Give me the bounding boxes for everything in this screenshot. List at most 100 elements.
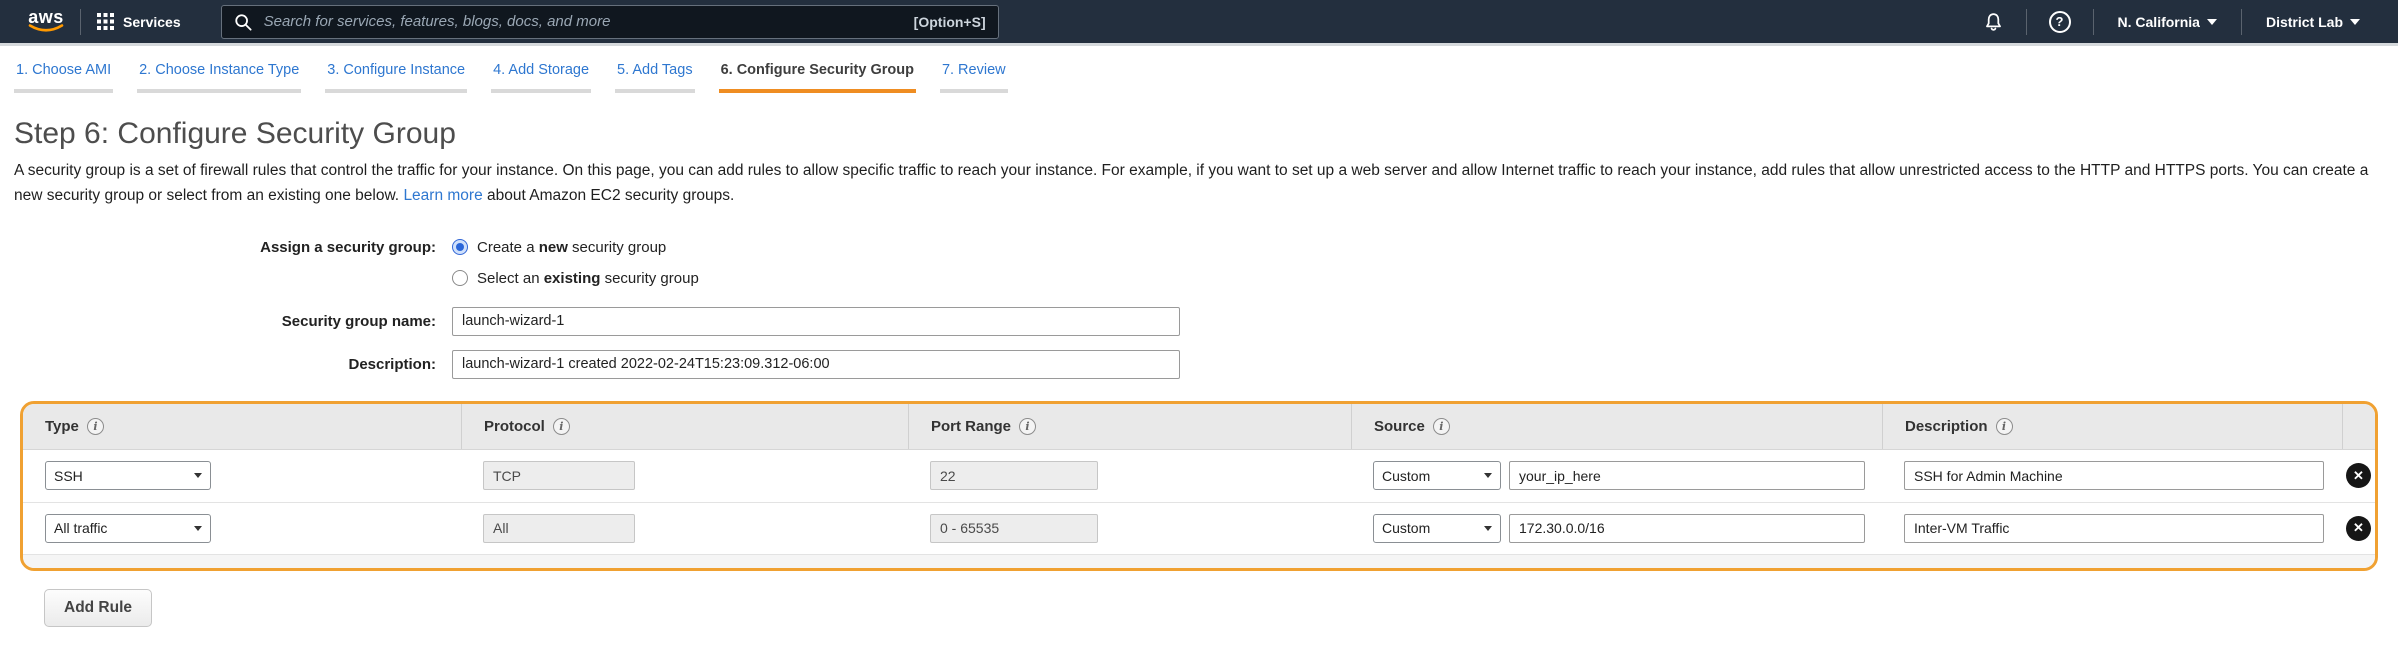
wizard-step-tabs: 1. Choose AMI 2. Choose Instance Type 3.… bbox=[0, 46, 2398, 93]
security-group-name-label: Security group name: bbox=[14, 313, 436, 330]
global-search-box[interactable]: [Option+S] bbox=[221, 5, 999, 39]
topbar-divider bbox=[2241, 9, 2242, 35]
radio-text: Create a bbox=[477, 239, 539, 256]
search-input[interactable] bbox=[262, 12, 906, 31]
column-header-type: Type i bbox=[23, 418, 461, 435]
header-label: Source bbox=[1374, 418, 1425, 435]
rule-description-input[interactable] bbox=[1904, 514, 2324, 543]
delete-rule-button[interactable]: ✕ bbox=[2346, 463, 2371, 488]
radio-create-new-label[interactable]: Create a new security group bbox=[477, 239, 666, 256]
chevron-down-icon bbox=[2350, 19, 2360, 25]
chevron-down-icon bbox=[1484, 473, 1492, 478]
chevron-down-icon bbox=[2207, 19, 2217, 25]
radio-selected-icon[interactable] bbox=[452, 239, 468, 255]
search-icon bbox=[234, 13, 252, 31]
account-menu[interactable]: District Lab bbox=[2258, 14, 2368, 30]
header-label: Type bbox=[45, 418, 79, 435]
rule-source-value-input[interactable] bbox=[1509, 461, 1865, 490]
tab-configure-instance[interactable]: 3. Configure Instance bbox=[325, 62, 467, 93]
info-icon[interactable]: i bbox=[553, 418, 570, 435]
info-icon[interactable]: i bbox=[87, 418, 104, 435]
region-selector[interactable]: N. California bbox=[2110, 14, 2225, 30]
intro-paragraph: A security group is a set of firewall ru… bbox=[14, 159, 2382, 209]
rule-row-all-traffic: All traffic Custom bbox=[23, 502, 2375, 554]
assign-security-group-row: Assign a security group: Create a new se… bbox=[14, 239, 2384, 256]
rule-description-input[interactable] bbox=[1904, 461, 2324, 490]
info-icon[interactable]: i bbox=[1996, 418, 2013, 435]
tab-choose-ami[interactable]: 1. Choose AMI bbox=[14, 62, 113, 93]
grid-icon bbox=[97, 13, 114, 30]
learn-more-link[interactable]: Learn more bbox=[403, 187, 482, 204]
security-rules-table-highlight: Type i Protocol i Port Range i Source i … bbox=[20, 401, 2378, 571]
assign-security-group-label: Assign a security group: bbox=[14, 239, 436, 256]
rule-port-range-input bbox=[930, 461, 1098, 490]
column-header-port-range: Port Range i bbox=[908, 404, 1351, 449]
aws-logo-text: aws bbox=[28, 10, 64, 24]
tab-choose-instance-type[interactable]: 2. Choose Instance Type bbox=[137, 62, 301, 93]
tab-add-tags[interactable]: 5. Add Tags bbox=[615, 62, 695, 93]
column-header-protocol: Protocol i bbox=[461, 404, 908, 449]
description-label: Description: bbox=[14, 356, 436, 373]
security-group-name-input[interactable] bbox=[452, 307, 1180, 336]
chevron-down-icon bbox=[1484, 526, 1492, 531]
tab-add-storage[interactable]: 4. Add Storage bbox=[491, 62, 591, 93]
rule-source-value-input[interactable] bbox=[1509, 514, 1865, 543]
page-title: Step 6: Configure Security Group bbox=[14, 117, 2384, 151]
rule-protocol-input bbox=[483, 461, 635, 490]
rule-type-select[interactable]: All traffic bbox=[45, 514, 211, 543]
header-label: Protocol bbox=[484, 418, 545, 435]
topbar-divider bbox=[2026, 9, 2027, 35]
description-row: Description: bbox=[14, 350, 2384, 379]
radio-select-existing-group[interactable]: Select an existing security group bbox=[452, 270, 699, 287]
column-header-description: Description i bbox=[1882, 404, 2342, 449]
intro-text: A security group is a set of firewall ru… bbox=[14, 162, 2368, 204]
aws-smile-icon bbox=[28, 24, 64, 33]
topbar-divider bbox=[2093, 9, 2094, 35]
top-navigation-bar: aws Services [Option+S] bbox=[0, 0, 2398, 46]
security-group-description-input[interactable] bbox=[452, 350, 1180, 379]
info-icon[interactable]: i bbox=[1019, 418, 1036, 435]
rule-source-mode-select[interactable]: Custom bbox=[1373, 461, 1501, 490]
header-label: Port Range bbox=[931, 418, 1011, 435]
account-label: District Lab bbox=[2266, 14, 2343, 30]
aws-logo[interactable]: aws bbox=[28, 10, 64, 33]
delete-icon: ✕ bbox=[2353, 520, 2364, 536]
rule-protocol-input bbox=[483, 514, 635, 543]
select-existing-group-row: Select an existing security group bbox=[14, 270, 2384, 287]
delete-rule-button[interactable]: ✕ bbox=[2346, 516, 2371, 541]
security-group-form: Assign a security group: Create a new se… bbox=[14, 239, 2384, 379]
info-icon[interactable]: i bbox=[1433, 418, 1450, 435]
radio-unselected-icon[interactable] bbox=[452, 270, 468, 286]
services-menu-button[interactable]: Services bbox=[97, 13, 181, 30]
rule-row-ssh: SSH Custom ✕ bbox=[23, 450, 2375, 502]
help-icon: ? bbox=[2049, 11, 2071, 33]
rule-source-mode-select[interactable]: Custom bbox=[1373, 514, 1501, 543]
region-label: N. California bbox=[2118, 14, 2200, 30]
topbar-right-controls: ? N. California District Lab bbox=[1977, 9, 2368, 35]
search-shortcut-hint: [Option+S] bbox=[914, 14, 986, 30]
page-content: Step 6: Configure Security Group A secur… bbox=[0, 117, 2398, 627]
delete-icon: ✕ bbox=[2353, 468, 2364, 484]
services-label: Services bbox=[123, 14, 181, 30]
radio-text-bold: existing bbox=[544, 270, 601, 287]
radio-text-bold: new bbox=[539, 239, 568, 256]
help-button[interactable]: ? bbox=[2043, 11, 2077, 33]
header-label: Description bbox=[1905, 418, 1988, 435]
radio-text: security group bbox=[600, 270, 698, 287]
rule-type-select[interactable]: SSH bbox=[45, 461, 211, 490]
column-header-actions bbox=[2342, 404, 2375, 449]
radio-text: security group bbox=[568, 239, 666, 256]
radio-create-new-group[interactable]: Create a new security group bbox=[452, 239, 666, 256]
notifications-button[interactable] bbox=[1977, 11, 2010, 33]
radio-text: Select an bbox=[477, 270, 544, 287]
bell-icon bbox=[1983, 11, 2004, 33]
intro-text-after: about Amazon EC2 security groups. bbox=[483, 187, 735, 204]
security-group-name-row: Security group name: bbox=[14, 307, 2384, 336]
topbar-divider bbox=[80, 9, 81, 35]
chevron-down-icon bbox=[194, 473, 202, 478]
tab-review[interactable]: 7. Review bbox=[940, 62, 1008, 93]
add-rule-button[interactable]: Add Rule bbox=[44, 589, 152, 627]
tab-configure-security-group[interactable]: 6. Configure Security Group bbox=[719, 62, 916, 93]
selected-type: SSH bbox=[54, 468, 83, 484]
radio-select-existing-label[interactable]: Select an existing security group bbox=[477, 270, 699, 287]
